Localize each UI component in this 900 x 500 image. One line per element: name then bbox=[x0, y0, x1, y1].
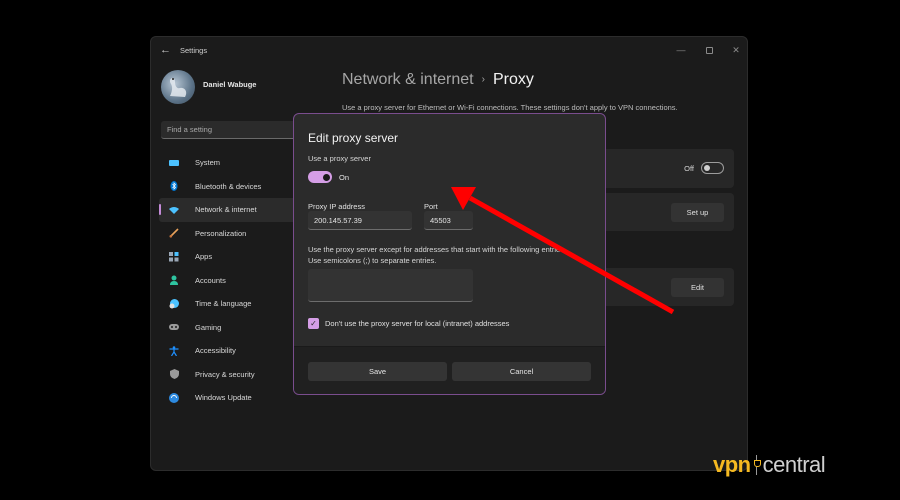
close-icon: ✕ bbox=[732, 44, 740, 55]
sidebar-item-accessibility[interactable]: Accessibility bbox=[159, 339, 304, 363]
sidebar-item-label: Time & language bbox=[195, 299, 252, 309]
sidebar-item-label: Privacy & security bbox=[195, 369, 255, 379]
save-button[interactable]: Save bbox=[308, 362, 447, 381]
maximize-button[interactable] bbox=[696, 42, 722, 58]
local-addresses-checkbox[interactable]: ✓ bbox=[308, 318, 319, 329]
gamepad-icon bbox=[169, 322, 179, 332]
chevron-right-icon: › bbox=[481, 74, 485, 85]
toggle-state-label: On bbox=[339, 173, 350, 182]
wifi-icon bbox=[169, 205, 179, 215]
sidebar-item-label: Windows Update bbox=[195, 393, 252, 403]
sidebar-item-label: Personalization bbox=[195, 228, 247, 238]
cancel-button[interactable]: Cancel bbox=[452, 362, 591, 381]
sidebar-item-bluetooth[interactable]: Bluetooth & devices bbox=[159, 175, 304, 199]
exceptions-textarea[interactable] bbox=[308, 269, 473, 302]
search-input[interactable]: Find a setting bbox=[161, 121, 301, 139]
back-arrow-icon[interactable]: ← bbox=[160, 44, 171, 56]
dialog-footer: Save Cancel bbox=[294, 346, 605, 394]
sidebar-item-label: Bluetooth & devices bbox=[195, 181, 262, 191]
breadcrumb: Network & internet › Proxy bbox=[342, 71, 534, 89]
edit-proxy-dialog: Edit proxy server Use a proxy server On … bbox=[293, 113, 606, 395]
swan-avatar-icon bbox=[169, 78, 187, 97]
sidebar-item-label: Network & internet bbox=[195, 205, 257, 215]
sidebar-item-time-language[interactable]: Time & language bbox=[159, 292, 304, 316]
exceptions-text-line-2: Use semicolons (;) to separate entries. bbox=[308, 256, 437, 265]
sidebar-item-apps[interactable]: Apps bbox=[159, 245, 304, 269]
exceptions-text-line-1: Use the proxy server except for addresse… bbox=[308, 245, 567, 254]
close-button[interactable]: ✕ bbox=[723, 42, 747, 58]
watermark-central: central bbox=[762, 452, 826, 477]
proxy-ip-label: Proxy IP address bbox=[308, 202, 365, 211]
sidebar-item-label: Accessibility bbox=[195, 346, 236, 356]
proxy-ip-input[interactable]: 200.145.57.39 bbox=[308, 211, 412, 230]
port-label: Port bbox=[424, 202, 438, 211]
brush-icon bbox=[169, 228, 179, 238]
bluetooth-icon bbox=[169, 181, 179, 192]
sidebar-item-personalization[interactable]: Personalization bbox=[159, 222, 304, 246]
maximize-icon bbox=[705, 46, 713, 54]
sidebar-item-label: Gaming bbox=[195, 322, 222, 332]
use-proxy-toggle[interactable] bbox=[308, 171, 332, 183]
sidebar-item-privacy-security[interactable]: Privacy & security bbox=[159, 363, 304, 387]
breadcrumb-parent[interactable]: Network & internet bbox=[342, 71, 474, 88]
auto-detect-toggle[interactable] bbox=[701, 162, 724, 174]
sidebar-item-network[interactable]: Network & internet bbox=[159, 198, 304, 222]
globe-clock-icon bbox=[169, 298, 179, 309]
toggle-state-label: Off bbox=[684, 164, 694, 173]
search-placeholder: Find a setting bbox=[167, 125, 213, 134]
use-proxy-label: Use a proxy server bbox=[308, 154, 371, 163]
minimize-icon: — bbox=[676, 45, 686, 55]
checkmark-icon: ✓ bbox=[310, 319, 317, 328]
monitor-icon bbox=[169, 158, 179, 168]
page-title: Proxy bbox=[492, 71, 534, 88]
title-bar: ← Settings — ✕ bbox=[151, 37, 747, 65]
sidebar-item-system[interactable]: System bbox=[159, 151, 304, 175]
user-name: Daniel Wabuge bbox=[203, 80, 257, 89]
sidebar-item-label: System bbox=[195, 158, 221, 168]
dialog-title: Edit proxy server bbox=[308, 131, 399, 145]
person-icon bbox=[169, 275, 179, 286]
vpncentral-watermark: vpn central bbox=[713, 452, 826, 478]
sidebar-item-label: Accounts bbox=[195, 275, 226, 285]
apps-icon bbox=[169, 251, 179, 262]
sidebar-item-accounts[interactable]: Accounts bbox=[159, 269, 304, 293]
setup-button[interactable]: Set up bbox=[671, 203, 724, 222]
avatar[interactable] bbox=[161, 70, 195, 104]
sidebar-item-gaming[interactable]: Gaming bbox=[159, 316, 304, 340]
sidebar-item-windows-update[interactable]: Windows Update bbox=[159, 386, 304, 410]
edit-button[interactable]: Edit bbox=[671, 278, 724, 297]
accessibility-icon bbox=[169, 345, 179, 356]
port-input[interactable]: 45503 bbox=[424, 211, 473, 230]
shield-divider-icon bbox=[753, 455, 761, 475]
app-title: Settings bbox=[180, 46, 208, 55]
minimize-button[interactable]: — bbox=[668, 42, 694, 58]
local-addresses-label: Don't use the proxy server for local (in… bbox=[325, 319, 510, 328]
sidebar-nav: System Bluetooth & devices Network & int… bbox=[159, 151, 304, 410]
shield-icon bbox=[169, 369, 179, 380]
update-icon bbox=[169, 392, 179, 403]
exceptions-description: Use the proxy server except for addresse… bbox=[308, 244, 598, 266]
page-description: Use a proxy server for Ethernet or Wi-Fi… bbox=[342, 103, 678, 112]
sidebar-item-label: Apps bbox=[195, 252, 213, 262]
watermark-vpn: vpn bbox=[713, 452, 751, 477]
